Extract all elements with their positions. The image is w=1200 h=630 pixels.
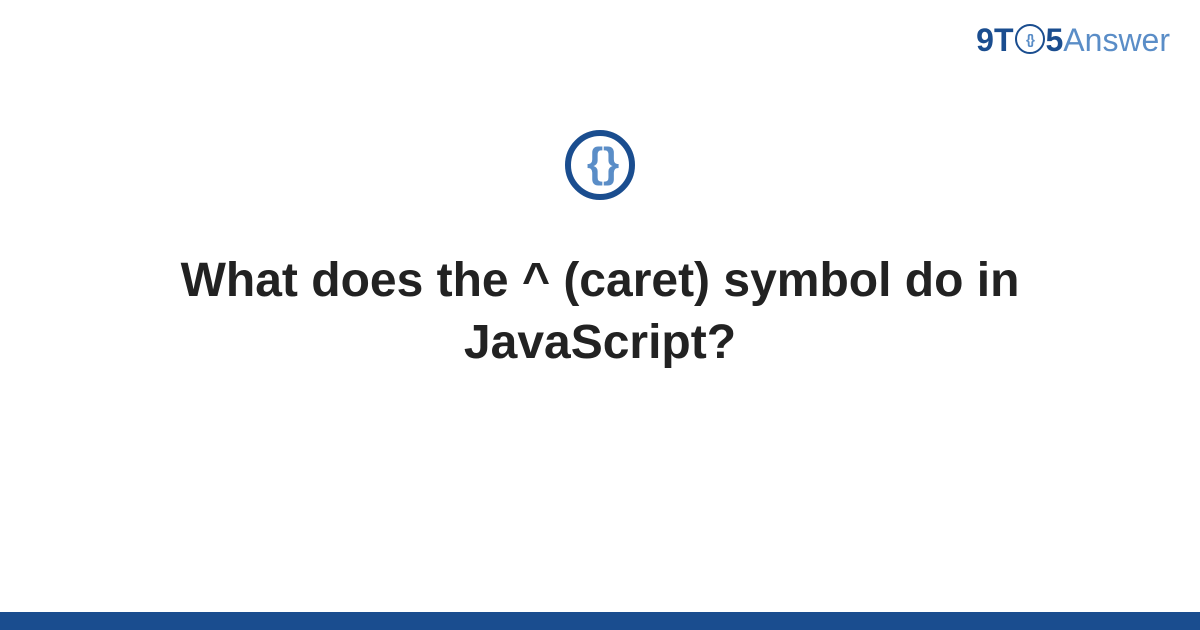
code-braces-icon: { } <box>565 130 635 200</box>
logo-text-5: 5 <box>1046 22 1064 59</box>
logo-circle-icon: {} <box>1015 24 1045 54</box>
logo-text-answer: Answer <box>1063 22 1170 59</box>
page-title: What does the ^ (caret) symbol do in Jav… <box>60 250 1140 375</box>
logo-braces-icon: {} <box>1026 31 1033 47</box>
braces-glyph: { } <box>587 142 613 184</box>
site-logo: 9T {} 5 Answer <box>976 22 1170 59</box>
footer-accent-bar <box>0 612 1200 630</box>
logo-text-9t: 9T <box>976 22 1013 59</box>
